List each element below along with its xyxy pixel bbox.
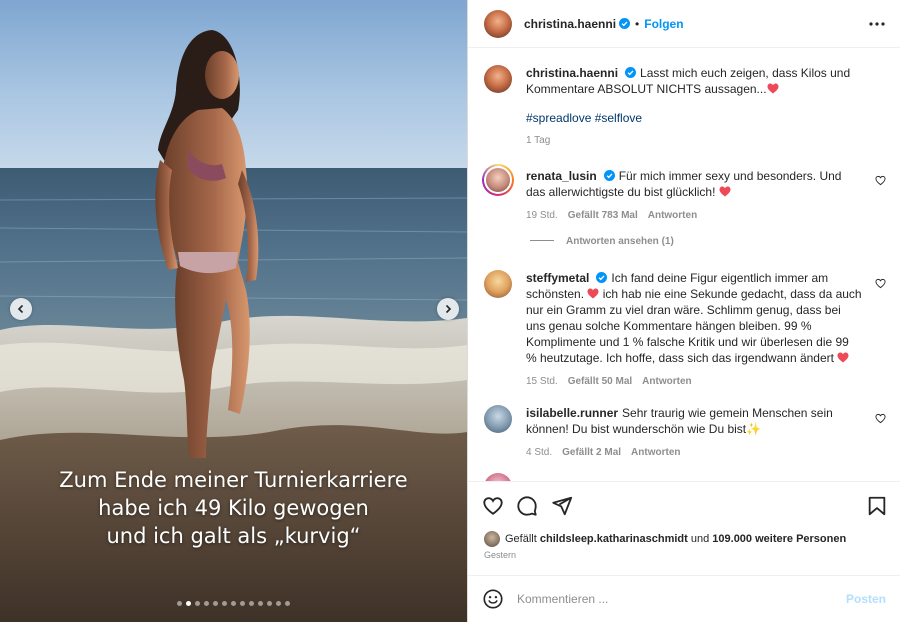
comment-like-heart-icon[interactable] [875, 175, 886, 186]
verified-badge-icon [619, 18, 631, 29]
comment-like-heart-icon[interactable] [875, 278, 886, 289]
instagram-post-viewer: Zum Ende meiner Turnierkarriere habe ich… [0, 0, 900, 622]
heart-emoji-icon [767, 83, 779, 94]
commenter-avatar[interactable] [484, 473, 512, 481]
carousel-dot [276, 601, 281, 606]
carousel-prev-button[interactable] [10, 298, 32, 320]
reply-line-divider [530, 240, 554, 241]
comment-likes[interactable]: Gefällt 783 Mal [568, 210, 638, 221]
author-avatar[interactable] [484, 9, 512, 38]
comment-username[interactable]: isilabelle.runner [526, 406, 618, 420]
comment-likes[interactable]: Gefällt 50 Mal [568, 376, 632, 387]
liker-avatar[interactable] [484, 531, 500, 547]
carousel-indicator [0, 601, 467, 606]
carousel-dot [240, 601, 245, 606]
post-time: 1 Tag [526, 135, 551, 146]
author-avatar[interactable] [484, 65, 512, 93]
separator-dot: • [635, 16, 640, 31]
comment-icon[interactable] [516, 495, 538, 517]
action-bar: Gefällt childsleep.katharinaschmidt und … [468, 481, 900, 575]
comment-time: 15 Std. [526, 376, 558, 387]
carousel-dot [231, 601, 236, 606]
likes-summary: Gefällt childsleep.katharinaschmidt und … [484, 531, 846, 547]
chevron-right-icon [445, 304, 452, 314]
more-options-icon[interactable] [868, 15, 886, 33]
comment-like-heart-icon[interactable] [875, 413, 886, 424]
view-replies-button[interactable]: Antworten ansehen (1) [530, 236, 674, 247]
reply-button[interactable]: Antworten [631, 447, 680, 458]
carousel-dot [267, 601, 272, 606]
commenter-avatar[interactable] [484, 405, 512, 433]
overlay-line: Zum Ende meiner Turnierkarriere [59, 468, 408, 492]
verified-badge-icon [603, 170, 615, 181]
commenter-avatar[interactable] [484, 270, 512, 298]
carousel-next-button[interactable] [437, 298, 459, 320]
post-media: Zum Ende meiner Turnierkarriere habe ich… [0, 0, 467, 622]
comment-likes[interactable]: Gefällt 2 Mal [562, 447, 621, 458]
comments-scroll-area[interactable]: christina.haenni Lasst mich euch zeigen, … [468, 49, 900, 481]
comment-time: 4 Std. [526, 447, 553, 458]
likes-prefix: Gefällt [505, 533, 537, 545]
carousel-dot [258, 601, 263, 606]
hashtags[interactable]: #spreadlove #selflove [526, 110, 862, 126]
post-date: Gestern [484, 550, 517, 560]
story-ring[interactable] [482, 164, 514, 196]
likes-users[interactable]: childsleep.katharinaschmidt [540, 533, 688, 545]
heart-emoji-icon [837, 352, 849, 363]
carousel-dot [186, 601, 191, 606]
image-text-overlay: Zum Ende meiner Turnierkarriere habe ich… [0, 466, 467, 550]
reply-button[interactable]: Antworten [648, 210, 697, 221]
reply-button[interactable]: Antworten [642, 376, 691, 387]
sparkles-emoji-icon: ✨ [746, 422, 762, 436]
commenter-avatar [486, 168, 510, 192]
carousel-dot [177, 601, 182, 606]
carousel-dot [213, 601, 218, 606]
carousel-dot [222, 601, 227, 606]
carousel-dot [249, 601, 254, 606]
emoji-icon[interactable] [482, 588, 504, 610]
comment-time: 19 Std. [526, 210, 558, 221]
comment-input[interactable] [517, 592, 817, 606]
post-header: christina.haenni • Folgen [468, 0, 900, 48]
post-comment-button[interactable]: Posten [846, 592, 886, 606]
comment-username[interactable]: renata_lusin [526, 169, 597, 183]
likes-middle: und [690, 533, 710, 545]
carousel-dot [285, 601, 290, 606]
carousel-dot [204, 601, 209, 606]
comment-username[interactable]: steffymetal [526, 271, 589, 285]
view-replies-label: Antworten ansehen (1) [566, 236, 674, 247]
caption-username[interactable]: christina.haenni [526, 66, 618, 80]
carousel-dot [195, 601, 200, 606]
author-username[interactable]: christina.haenni [524, 17, 616, 31]
verified-badge-icon [596, 272, 608, 283]
share-icon[interactable] [551, 495, 573, 517]
heart-icon[interactable] [482, 495, 504, 517]
post-sidebar: christina.haenni • Folgen christina.haen… [467, 0, 900, 622]
chevron-left-icon [17, 304, 24, 314]
bookmark-icon[interactable] [866, 495, 888, 517]
heart-emoji-icon [587, 288, 599, 299]
comment-composer: Posten [468, 575, 900, 622]
likes-others[interactable]: 109.000 weitere Personen [712, 533, 846, 545]
follow-button[interactable]: Folgen [644, 17, 683, 31]
heart-emoji-icon [719, 186, 731, 197]
overlay-line: habe ich 49 Kilo gewogen [98, 496, 369, 520]
overlay-line: und ich galt als „kurvig“ [106, 524, 361, 548]
verified-badge-icon [625, 67, 637, 78]
